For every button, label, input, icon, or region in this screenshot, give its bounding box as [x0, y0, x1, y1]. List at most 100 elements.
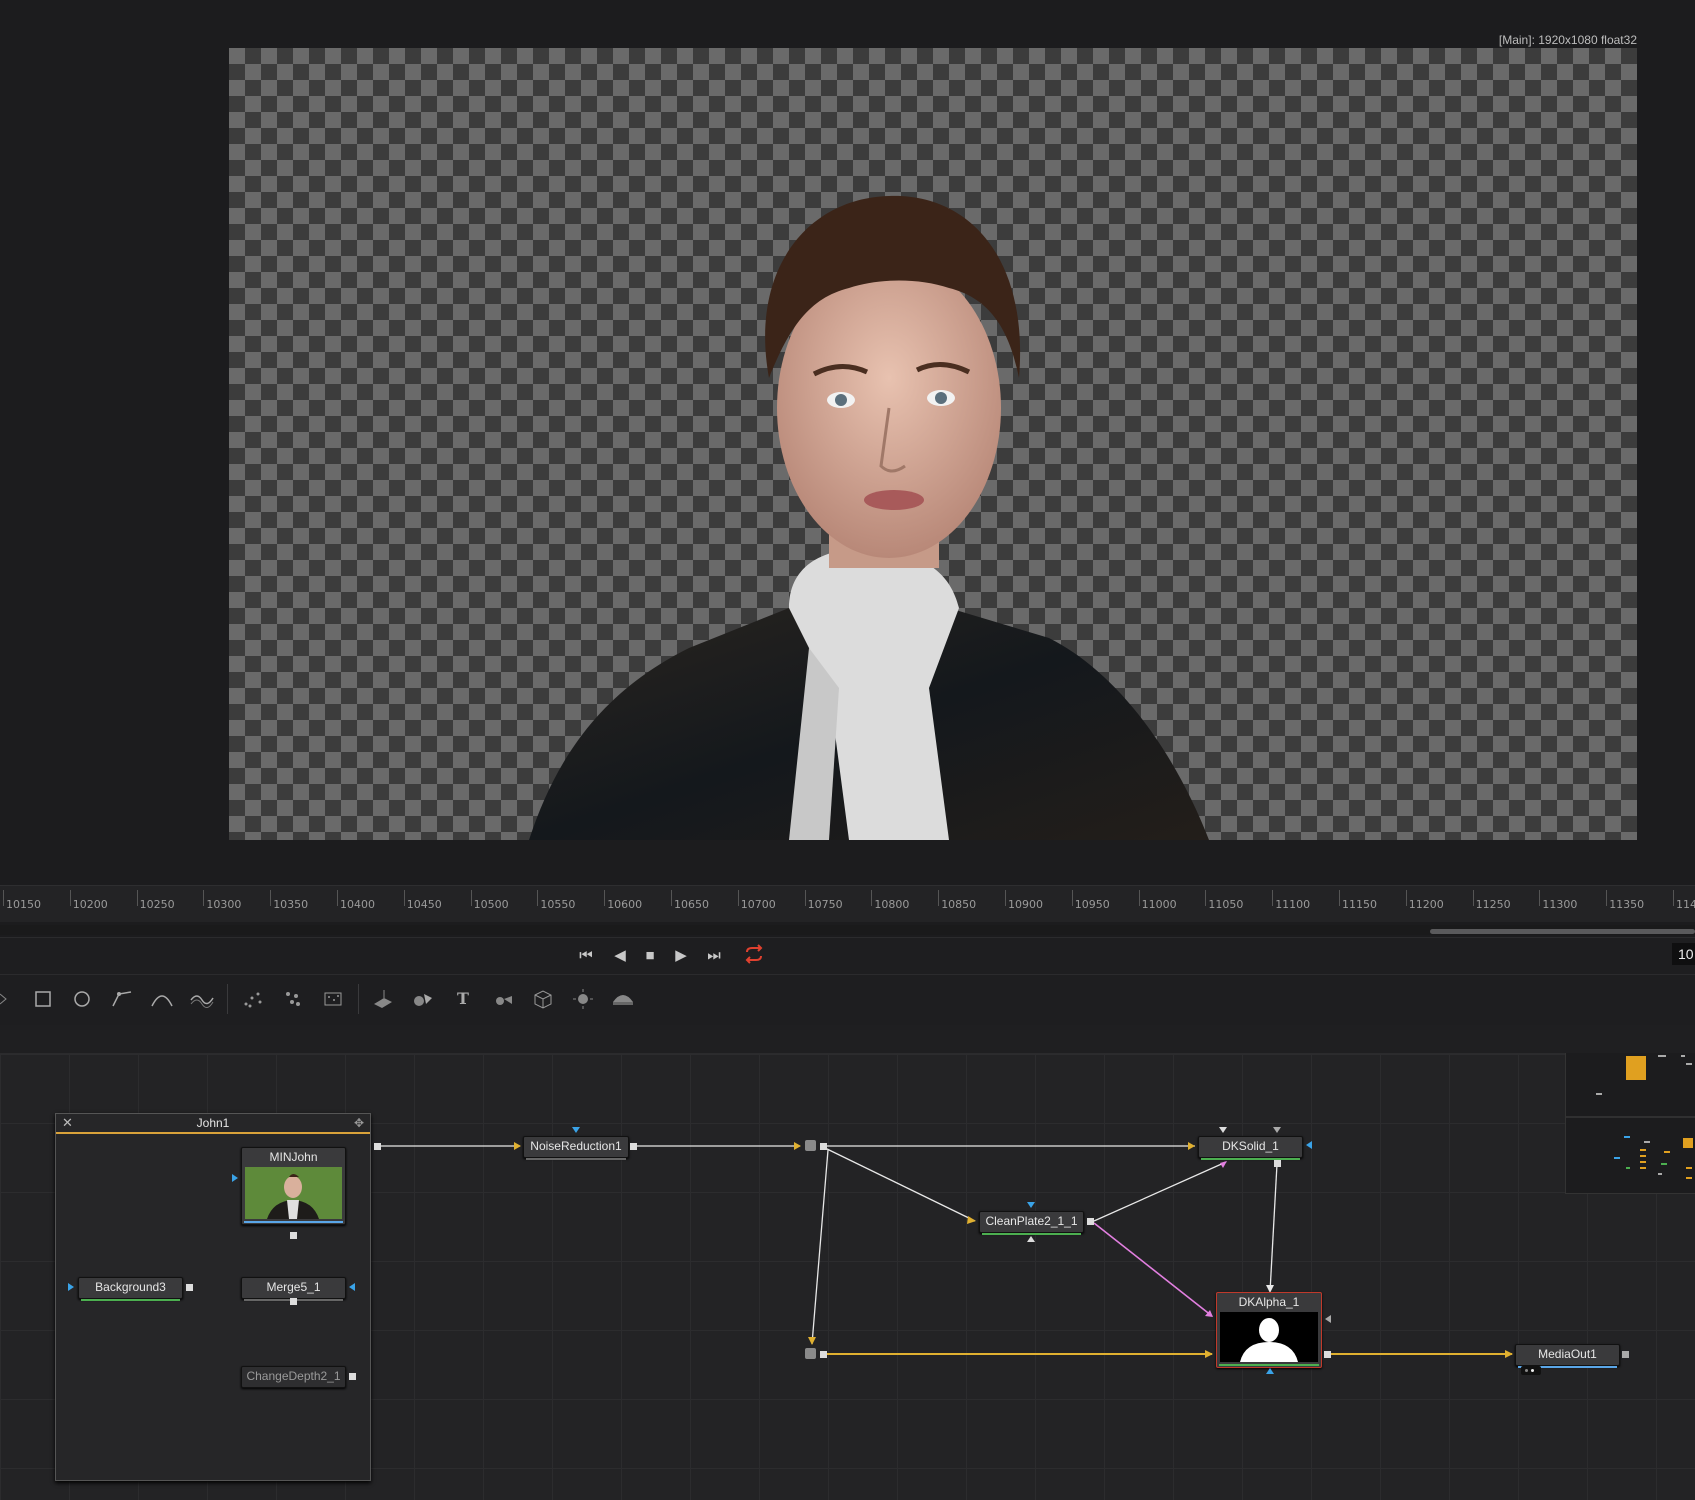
ruler-tick — [804, 890, 806, 906]
ruler-tick — [604, 890, 606, 906]
wire-dksolid-to-dkalpha — [1269, 1163, 1278, 1293]
background3-output-port[interactable] — [186, 1284, 193, 1291]
ruler-tick-label: 11250 — [1475, 898, 1511, 911]
router-output-port[interactable] — [820, 1143, 827, 1150]
viewer-canvas[interactable] — [229, 48, 1637, 840]
node-dkalpha[interactable]: DKAlpha_1 — [1216, 1292, 1322, 1368]
ruler-tick-label: 10950 — [1074, 898, 1110, 911]
node-noise-reduction[interactable]: NoiseReduction1 — [523, 1136, 629, 1160]
ruler-tick-label: 11050 — [1208, 898, 1244, 911]
renderer3d-icon[interactable] — [528, 984, 558, 1014]
go-to-start-button[interactable]: ⏮ — [573, 944, 599, 968]
text3d-icon[interactable]: T — [448, 984, 478, 1014]
paint-mask-icon[interactable] — [187, 984, 217, 1014]
node-editor-canvas[interactable]: NoiseReduction1 DKSolid_1 CleanPlate2_1_… — [0, 1054, 1695, 1500]
timeline-scrollbar-thumb[interactable] — [1430, 929, 1695, 934]
stop-button[interactable]: ■ — [637, 944, 663, 968]
particle-style-icon[interactable] — [318, 984, 348, 1014]
router-node[interactable] — [805, 1140, 816, 1151]
ruler-tick — [1071, 890, 1073, 906]
changedepth-output-port[interactable] — [349, 1373, 356, 1380]
dkalpha-mask-input[interactable] — [1266, 1368, 1274, 1374]
particle-render-icon[interactable] — [278, 984, 308, 1014]
cleanplate-output-port[interactable] — [1087, 1218, 1094, 1225]
mediaout-output-port[interactable] — [1622, 1351, 1629, 1358]
ruler-tick-label: 10600 — [607, 898, 643, 911]
ruler-tick-label: 10350 — [273, 898, 309, 911]
go-to-end-button[interactable]: ⏭ — [701, 944, 727, 968]
ruler-tick — [1005, 890, 1006, 906]
ruler-tick-label: 10150 — [6, 898, 41, 911]
merge3d-icon[interactable] — [408, 984, 438, 1014]
ruler-tick-label: 10450 — [406, 898, 442, 911]
node-mediaout[interactable]: MediaOut1 — [1515, 1344, 1620, 1368]
ruler-tick-label: 10300 — [206, 898, 242, 911]
ellipse-mask-icon[interactable] — [67, 984, 97, 1014]
router-lower-output-port[interactable] — [820, 1351, 827, 1358]
node-background3-label: Background3 — [95, 1280, 166, 1294]
mediaout-view-indicator[interactable] — [1521, 1366, 1541, 1375]
group-output-port[interactable] — [374, 1143, 381, 1150]
current-frame-field[interactable]: 10 — [1672, 943, 1695, 965]
node-changedepth[interactable]: ChangeDepth2_1 — [241, 1366, 346, 1388]
dkalpha-output-port[interactable] — [1324, 1351, 1331, 1358]
ruler-tick — [1606, 890, 1608, 906]
ruler-tick-label: 10550 — [540, 898, 576, 911]
node-minjohn[interactable]: MINJohn — [241, 1147, 346, 1225]
minjohn-thumbnail — [245, 1167, 342, 1219]
minjohn-output-port[interactable] — [290, 1232, 297, 1239]
node-dksolid-label: DKSolid_1 — [1222, 1139, 1279, 1153]
ruler-tick-label: 10750 — [807, 898, 843, 911]
node-cleanplate[interactable]: CleanPlate2_1_1 — [979, 1211, 1084, 1235]
dksolid-output-port[interactable] — [1274, 1160, 1281, 1167]
merge5-output-port[interactable] — [290, 1298, 297, 1305]
router-node-lower[interactable] — [805, 1348, 816, 1359]
ruler-tick-label: 10250 — [139, 898, 175, 911]
particle-emitter-icon[interactable] — [238, 984, 268, 1014]
ruler-tick-label: 10800 — [874, 898, 910, 911]
ruler-tick-label: 10700 — [740, 898, 776, 911]
node-merge5[interactable]: Merge5_1 — [241, 1277, 346, 1301]
loop-button[interactable] — [741, 944, 767, 968]
node-background3[interactable]: Background3 — [78, 1277, 183, 1301]
ruler-tick-label: 1140 — [1676, 898, 1695, 911]
minjohn-input[interactable] — [232, 1174, 238, 1182]
camera3d-icon[interactable] — [488, 984, 518, 1014]
play-button[interactable]: ▶ — [668, 944, 694, 968]
ruler-tick-label: 11100 — [1275, 898, 1311, 911]
noise-mask-input[interactable] — [572, 1127, 580, 1133]
background3-input[interactable] — [68, 1283, 74, 1291]
group-title[interactable]: John1 — [56, 1114, 370, 1134]
ruler-tick — [1339, 890, 1340, 906]
ruler-tick — [1205, 890, 1207, 906]
shape3d-icon[interactable] — [368, 984, 398, 1014]
dksolid-mask-input[interactable] — [1306, 1141, 1312, 1149]
noise-output-port[interactable] — [630, 1143, 637, 1150]
group-close-icon[interactable]: ✕ — [62, 1114, 73, 1132]
dkalpha-side-input[interactable] — [1325, 1315, 1331, 1323]
wire-router-to-lower — [811, 1149, 829, 1345]
bspline-mask-icon[interactable] — [147, 984, 177, 1014]
cleanplate-garbage-input[interactable] — [1027, 1236, 1035, 1242]
rectangle-mask-icon[interactable] — [28, 984, 58, 1014]
merge5-mask-input[interactable] — [349, 1283, 355, 1291]
node-cleanplate-label: CleanPlate2_1_1 — [985, 1214, 1078, 1228]
node-dksolid[interactable]: DKSolid_1 — [1198, 1136, 1303, 1160]
node-navigator-minimap[interactable] — [1565, 1053, 1695, 1194]
ruler-tick-label: 10850 — [941, 898, 977, 911]
group-move-icon[interactable]: ✥ — [354, 1114, 364, 1132]
dksolid-input-a[interactable] — [1219, 1127, 1227, 1133]
cleanplate-mask-input[interactable] — [1027, 1202, 1035, 1208]
dkalpha-thumbnail — [1220, 1312, 1318, 1362]
step-back-button[interactable]: ◀ — [607, 944, 633, 968]
ruler-tick — [737, 890, 739, 906]
polygon-mask-icon[interactable] — [107, 984, 137, 1014]
timeline-ruler[interactable]: 10150 10200 10250 10300 10350 10400 10450 10500… — [0, 885, 1695, 922]
node-mediaout-label: MediaOut1 — [1538, 1347, 1597, 1361]
ruler-tick — [270, 890, 272, 906]
light3d-icon[interactable] — [568, 984, 598, 1014]
ruler-tick — [1272, 890, 1274, 906]
toolbar-partial-icon[interactable] — [0, 984, 8, 1014]
environment3d-icon[interactable] — [608, 984, 638, 1014]
dksolid-input-b[interactable] — [1273, 1127, 1281, 1133]
